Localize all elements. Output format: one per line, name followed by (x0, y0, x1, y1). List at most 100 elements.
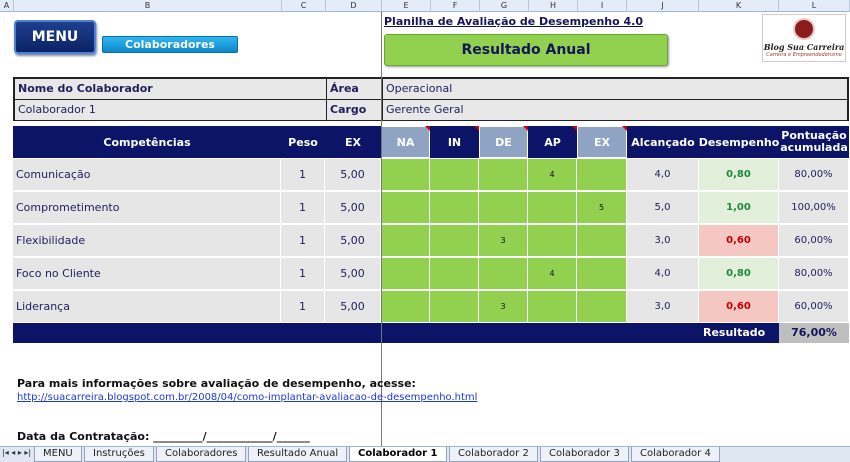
alcancado-value: 4,0 (627, 159, 699, 191)
score-cell-ap[interactable] (528, 291, 577, 323)
col-f[interactable]: F (431, 0, 480, 12)
table-header: Competências Peso EX NA IN DE AP EX Alca… (13, 126, 849, 158)
col-e[interactable]: E (382, 0, 431, 12)
comment-marker-icon (425, 126, 430, 131)
pontuacao-value: 80,00% (779, 258, 849, 290)
score-cell-de[interactable] (479, 258, 528, 290)
ex-value: 5,00 (325, 258, 381, 290)
peso-value[interactable]: 1 (281, 159, 325, 191)
competency-name: Foco no Cliente (13, 258, 281, 290)
menu-button[interactable]: MENU (14, 20, 96, 54)
sheet-title: Planilha de Avaliação de Desempenho 4.0 (384, 15, 643, 28)
score-cell-de[interactable]: 3 (479, 225, 528, 257)
peso-value[interactable]: 1 (281, 225, 325, 257)
comment-marker-icon (474, 126, 479, 131)
competency-name: Comprometimento (13, 192, 281, 224)
alcancado-value: 5,0 (627, 192, 699, 224)
desempenho-value: 0,60 (699, 291, 779, 323)
resultado-anual-button[interactable]: Resultado Anual (384, 34, 668, 66)
tab-scroll-arrows-icon[interactable]: |◂ ◂ ▸ ▸| (2, 448, 31, 457)
score-cell-na[interactable] (381, 291, 430, 323)
score-cell-de[interactable]: 3 (479, 291, 528, 323)
score-cell-ap[interactable]: 4 (528, 258, 577, 290)
score-cell-na[interactable] (381, 192, 430, 224)
sheet-tab[interactable]: Resultado Anual (248, 447, 348, 462)
col-j[interactable]: J (627, 0, 699, 12)
score-cell-in[interactable] (430, 225, 479, 257)
header-ex2: EX (577, 126, 627, 158)
sheet-tab[interactable]: Colaboradores (156, 447, 247, 462)
pontuacao-value: 60,00% (779, 225, 849, 257)
score-cell-ex2[interactable] (577, 291, 627, 323)
sheet-tab-bar: |◂ ◂ ▸ ▸| MENU Instruções Colaboradores Res… (0, 446, 850, 462)
score-cell-na[interactable] (381, 159, 430, 191)
sheet-tab[interactable]: Colaborador 1 (349, 447, 447, 462)
desempenho-value: 0,60 (699, 225, 779, 257)
ex-value: 5,00 (325, 291, 381, 323)
table-row: Comprometimento 1 5,00 5 5,0 1,00 100,00% (13, 192, 849, 224)
score-cell-ex2[interactable] (577, 159, 627, 191)
alcancado-value: 3,0 (627, 225, 699, 257)
header-peso: Peso (288, 135, 318, 149)
comment-marker-icon (523, 126, 528, 131)
pontuacao-value: 80,00% (779, 159, 849, 191)
score-cell-de[interactable] (479, 159, 528, 191)
info-link[interactable]: http://suacarreira.blogspot.com.br/2008/… (17, 392, 477, 403)
score-cell-in[interactable] (430, 159, 479, 191)
desempenho-value: 0,80 (699, 258, 779, 290)
col-b[interactable]: B (14, 0, 282, 12)
alcancado-value: 3,0 (627, 291, 699, 323)
col-g[interactable]: G (480, 0, 529, 12)
header-de: DE (479, 126, 528, 158)
ex-value: 5,00 (325, 159, 381, 191)
score-cell-ap[interactable]: 4 (528, 159, 577, 191)
area-label: Área (327, 79, 383, 100)
col-i[interactable]: I (578, 0, 627, 12)
sheet-tab[interactable]: Colaborador 3 (540, 447, 629, 462)
desempenho-value: 0,80 (699, 159, 779, 191)
score-cell-ex2[interactable] (577, 258, 627, 290)
logo-subtitle: Carreira e Empreendedorismo (766, 52, 842, 58)
competency-name: Liderança (13, 291, 281, 323)
alcancado-value: 4,0 (627, 258, 699, 290)
score-cell-ap[interactable] (528, 225, 577, 257)
table-row: Liderança 1 5,00 3 3,0 0,60 60,00% (13, 291, 849, 323)
score-cell-ex2[interactable] (577, 225, 627, 257)
table-row: Foco no Cliente 1 5,00 4 4,0 0,80 80,00% (13, 258, 849, 290)
hire-date: Data da Contratação: _________/_________… (17, 430, 310, 443)
col-d[interactable]: D (326, 0, 382, 12)
col-l[interactable]: L (779, 0, 850, 12)
comment-marker-icon (572, 126, 577, 131)
score-cell-in[interactable] (430, 258, 479, 290)
name-value[interactable]: Colaborador 1 (15, 100, 327, 121)
sheet-tab[interactable]: Instruções (84, 447, 154, 462)
result-footer: Resultado 76,00% (13, 323, 849, 343)
info-note: Para mais informações sobre avaliação de… (17, 377, 416, 390)
area-value[interactable]: Operacional (383, 79, 847, 100)
score-cell-in[interactable] (430, 192, 479, 224)
header-competencias: Competências (103, 135, 191, 149)
result-value: 76,00% (779, 323, 849, 343)
peso-value[interactable]: 1 (281, 192, 325, 224)
score-cell-ap[interactable] (528, 192, 577, 224)
sheet-tab[interactable]: Colaborador 4 (631, 447, 720, 462)
peso-value[interactable]: 1 (281, 291, 325, 323)
cargo-value[interactable]: Gerente Geral (383, 100, 847, 121)
score-cell-na[interactable] (381, 225, 430, 257)
col-h[interactable]: H (529, 0, 578, 12)
sheet-tab[interactable]: MENU (34, 447, 82, 462)
score-cell-de[interactable] (479, 192, 528, 224)
score-cell-ex2[interactable]: 5 (577, 192, 627, 224)
col-a[interactable]: A (0, 0, 14, 12)
score-cell-in[interactable] (430, 291, 479, 323)
sheet-tab[interactable]: Colaborador 2 (449, 447, 538, 462)
table-row: Flexibilidade 1 5,00 3 3,0 0,60 60,00% (13, 225, 849, 257)
peso-value[interactable]: 1 (281, 258, 325, 290)
col-c[interactable]: C (282, 0, 326, 12)
col-k[interactable]: K (699, 0, 779, 12)
colaboradores-button[interactable]: Colaboradores (102, 36, 238, 53)
header-na: NA (381, 126, 430, 158)
score-cell-na[interactable] (381, 258, 430, 290)
competency-name: Flexibilidade (13, 225, 281, 257)
desempenho-value: 1,00 (699, 192, 779, 224)
